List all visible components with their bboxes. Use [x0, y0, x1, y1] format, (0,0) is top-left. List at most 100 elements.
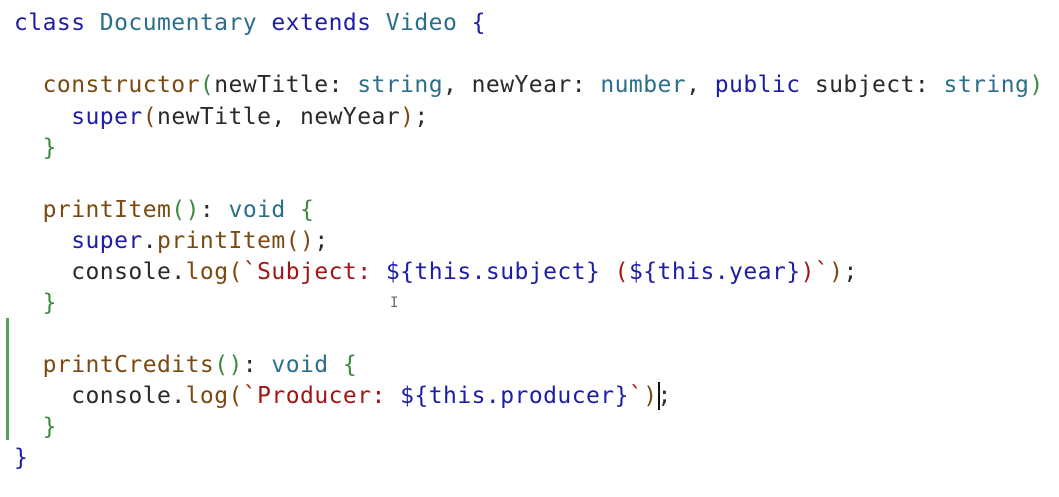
- code-token: ,: [443, 72, 472, 98]
- code-line[interactable]: super(newTitle, newYear);: [14, 102, 429, 133]
- code-token: super: [71, 104, 143, 130]
- code-token: .year: [714, 259, 787, 285]
- code-token: Video: [385, 10, 472, 36]
- code-token: string: [357, 72, 443, 98]
- code-token: (): [171, 197, 200, 223]
- code-token: ): [400, 104, 415, 130]
- code-token: (: [142, 104, 158, 130]
- code-token: Documentary: [99, 10, 272, 36]
- code-token: (: [199, 72, 215, 98]
- i-beam-icon: I: [390, 295, 399, 311]
- code-token: console: [71, 383, 172, 409]
- code-token: {: [342, 352, 358, 378]
- code-token: this: [414, 259, 472, 285]
- code-token: :: [328, 72, 358, 98]
- code-line[interactable]: printCredits(): void {: [14, 350, 357, 381]
- code-line[interactable]: constructor(newTitle: string, newYear: n…: [14, 70, 1059, 101]
- code-token: public: [714, 72, 815, 98]
- code-token: newYear: [471, 72, 572, 98]
- code-token: `Subject:: [242, 259, 386, 285]
- code-token: (): [285, 228, 315, 254]
- code-token: number: [600, 72, 687, 98]
- code-line[interactable]: class Documentary extends Video {: [14, 8, 486, 39]
- code-token: }: [14, 445, 29, 471]
- code-token: .subject: [471, 259, 587, 285]
- code-token: :: [242, 352, 272, 378]
- code-token: {: [471, 10, 486, 36]
- code-token: ): [1029, 72, 1058, 98]
- code-token: printItem: [157, 228, 286, 254]
- code-token: subject: [814, 72, 915, 98]
- code-line[interactable]: console.log(`Subject: ${this.subject} ($…: [14, 257, 858, 288]
- code-token: ${: [385, 259, 415, 285]
- code-token: void: [271, 352, 343, 378]
- code-line[interactable]: super.printItem();: [14, 226, 329, 257]
- code-token: }: [42, 290, 57, 316]
- code-token: }: [786, 259, 801, 285]
- code-token: .producer: [485, 383, 615, 409]
- code-token: console: [71, 259, 172, 285]
- code-token: ): [829, 259, 844, 285]
- code-line[interactable]: }: [14, 133, 57, 164]
- code-token: log: [185, 259, 229, 285]
- code-token: constructor: [42, 72, 200, 98]
- code-token: {: [300, 197, 315, 223]
- code-token: ${: [628, 259, 658, 285]
- code-token: printItem: [42, 197, 172, 223]
- code-token: ,: [686, 72, 715, 98]
- text-caret: [658, 382, 660, 410]
- code-token: string: [943, 72, 1030, 98]
- code-line[interactable]: console.log(`Producer: ${this.producer}`…: [14, 381, 672, 412]
- code-token: (: [228, 259, 243, 285]
- code-line[interactable]: }: [14, 288, 57, 319]
- code-token: (: [600, 259, 629, 285]
- code-token: super: [71, 228, 143, 254]
- code-token: ;: [314, 228, 329, 254]
- code-token: newTitle: [214, 72, 329, 98]
- modified-lines-gutter-marker: [6, 318, 9, 440]
- code-token: ,: [271, 104, 301, 130]
- code-token: }: [586, 259, 601, 285]
- code-token: }: [614, 383, 629, 409]
- code-token: class: [14, 10, 100, 36]
- code-token: newYear: [300, 104, 401, 130]
- code-token: newTitle: [157, 104, 272, 130]
- code-editor[interactable]: class Documentary extends Video { constr…: [0, 0, 1059, 497]
- code-line[interactable]: printItem(): void {: [14, 195, 314, 226]
- code-token: `Producer:: [242, 383, 401, 409]
- code-token: :: [199, 197, 229, 223]
- code-token: :: [571, 72, 601, 98]
- code-token: .: [171, 259, 186, 285]
- code-token: .: [142, 228, 158, 254]
- code-line[interactable]: }: [14, 412, 57, 443]
- code-token: ;: [843, 259, 858, 285]
- code-token: ${: [400, 383, 429, 409]
- code-token: `: [628, 383, 644, 409]
- code-token: printCredits: [42, 352, 215, 378]
- code-token: log: [185, 383, 229, 409]
- code-token: (): [214, 352, 243, 378]
- code-token: this: [428, 383, 486, 409]
- code-token: }: [42, 135, 57, 161]
- code-token: (: [228, 383, 243, 409]
- code-token: void: [228, 197, 301, 223]
- code-token: .: [171, 383, 186, 409]
- code-token: ): [643, 383, 658, 409]
- code-token: extends: [271, 10, 386, 36]
- code-token: :: [914, 72, 944, 98]
- code-token: )`: [800, 259, 830, 285]
- code-token: this: [657, 259, 715, 285]
- code-token: }: [42, 414, 57, 440]
- code-token: ;: [414, 104, 429, 130]
- code-line[interactable]: }: [14, 443, 28, 474]
